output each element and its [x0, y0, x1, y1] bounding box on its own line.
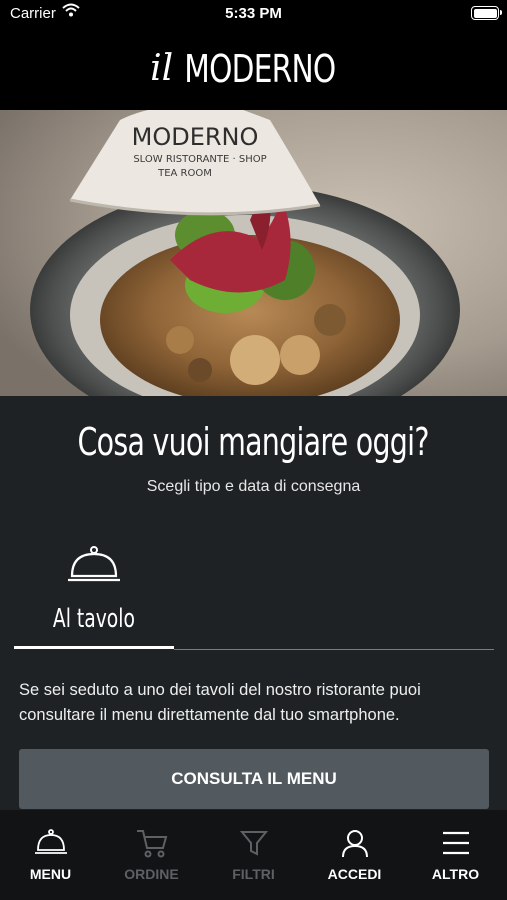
filter-icon — [239, 828, 269, 860]
tab-menu-label: MENU — [29, 866, 72, 882]
app-header: il MODERNO — [0, 28, 507, 110]
bowl-lid-text: MODERNO — [132, 123, 259, 151]
page-subtitle: Scegli tipo e data di consegna — [146, 478, 361, 495]
description-text: Se sei seduto a uno dei tavoli del nostr… — [19, 681, 421, 724]
tab-indicator — [14, 646, 174, 649]
cloche-icon — [66, 544, 122, 595]
tab-ordine-label: ORDINE — [124, 866, 179, 882]
status-time: 5:33 PM — [225, 5, 282, 22]
bowl-lid-subtext: SLOW RISTORANTE · SHOP — [133, 154, 266, 165]
logo-prefix: il — [150, 48, 174, 89]
bottom-tab-bar: MENU ORDINE FILTRI ACCEDI ALTRO — [0, 810, 507, 900]
cart-icon — [135, 828, 169, 860]
tab-divider — [174, 649, 494, 650]
tab-label: Al tavolo — [53, 604, 135, 634]
bowl-lid-subtext-2: TEA ROOM — [157, 168, 212, 179]
user-icon — [340, 828, 370, 860]
tab-accedi-label: ACCEDI — [327, 866, 382, 882]
tab-al-tavolo[interactable]: Al tavolo — [14, 544, 174, 650]
hero-image: MODERNO SLOW RISTORANTE · SHOP TEA ROOM — [0, 110, 507, 396]
tab-accedi[interactable]: ACCEDI — [304, 828, 405, 882]
tab-altro-label: ALTRO — [431, 866, 480, 882]
consulta-menu-button[interactable]: CONSULTA IL MENU — [19, 749, 489, 809]
status-bar: Carrier 5:33 PM — [0, 0, 507, 28]
tab-ordine[interactable]: ORDINE — [101, 828, 202, 882]
cloche-icon — [34, 828, 68, 860]
battery-icon — [471, 6, 502, 20]
logo-name: MODERNO — [184, 47, 336, 91]
tab-filtri[interactable]: FILTRI — [203, 828, 304, 882]
tab-altro[interactable]: ALTRO — [405, 828, 506, 882]
logo: il MODERNO — [0, 44, 507, 94]
page-title: Cosa vuoi mangiare oggi? — [77, 420, 430, 464]
tab-menu[interactable]: MENU — [0, 828, 101, 882]
menu-icon — [441, 828, 471, 860]
tab-filtri-label: FILTRI — [232, 866, 275, 882]
main-content: Cosa vuoi mangiare oggi? Scegli tipo e d… — [0, 396, 507, 810]
